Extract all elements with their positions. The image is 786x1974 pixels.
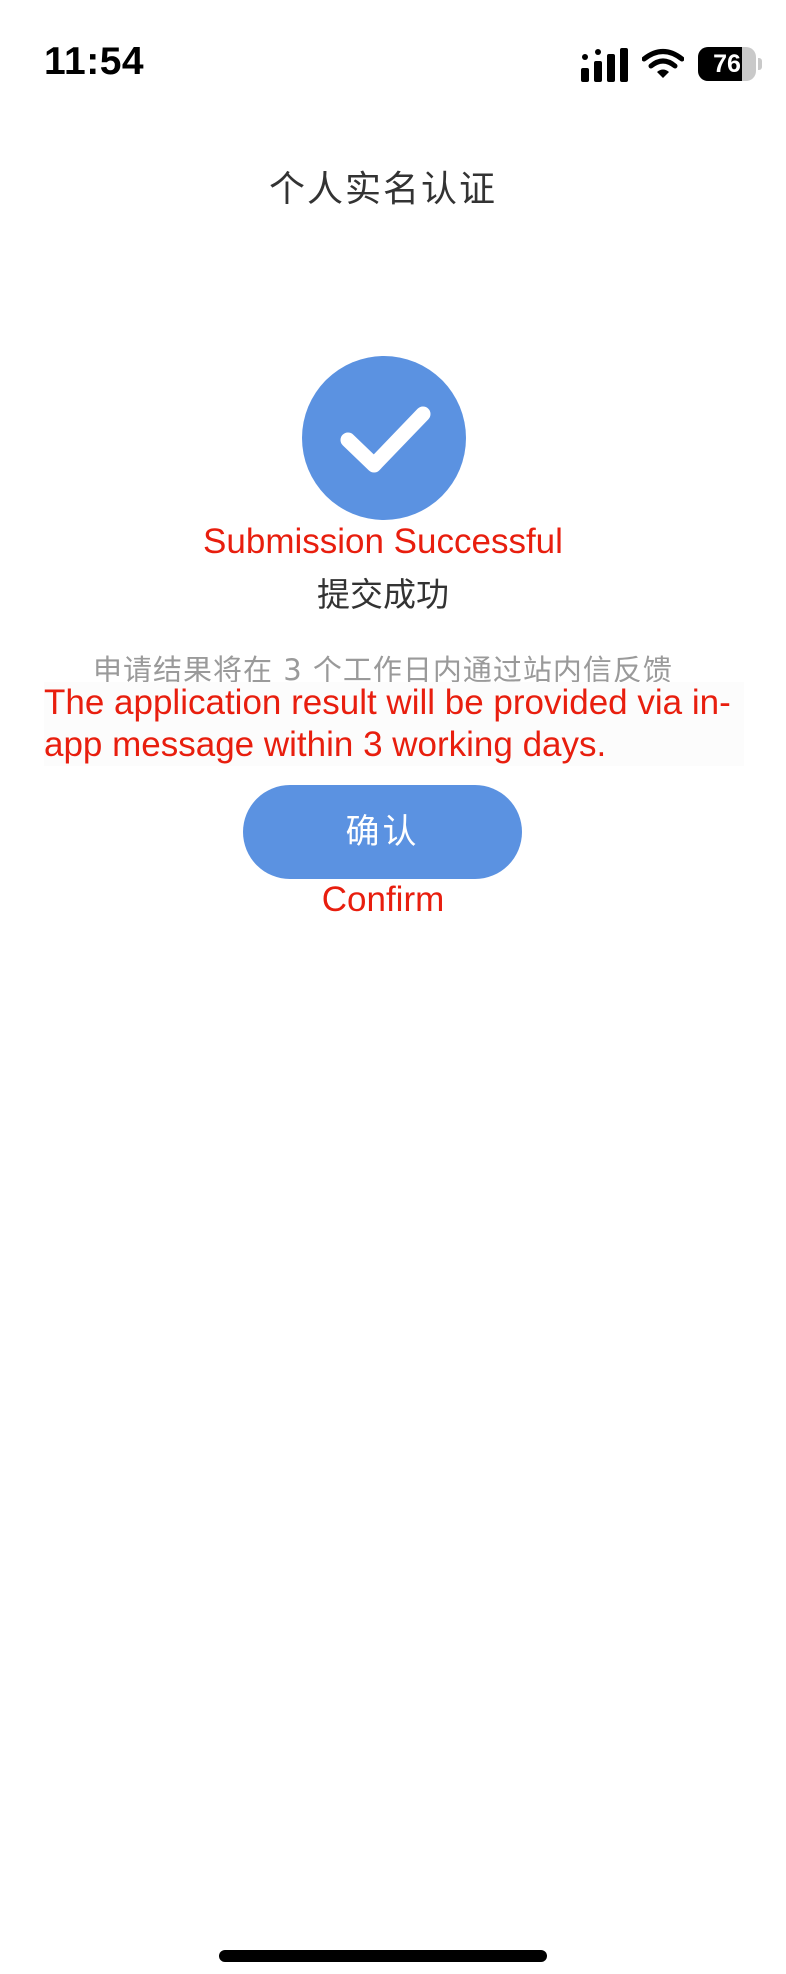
page-title: 个人实名认证 xyxy=(268,169,497,210)
status-time: 11:54 xyxy=(44,40,145,83)
home-indicator[interactable] xyxy=(219,1950,547,1962)
result-description-translation-box: The application result will be provided … xyxy=(44,682,744,766)
battery-icon: 76 xyxy=(698,47,762,81)
status-bar: 11:54 76 xyxy=(0,0,786,110)
signal-icon xyxy=(581,48,628,82)
confirm-button-translation: Confirm xyxy=(321,880,445,919)
checkmark-circle-icon xyxy=(302,356,466,520)
result-description-translation: The application result will be provided … xyxy=(44,683,731,764)
success-title: 提交成功 xyxy=(317,575,449,614)
battery-body: 76 xyxy=(698,47,756,81)
success-title-translation: Submission Successful xyxy=(203,522,563,561)
battery-level: 76 xyxy=(713,50,741,78)
battery-cap xyxy=(758,58,762,70)
wifi-icon xyxy=(642,49,684,78)
confirm-button[interactable]: 确认 xyxy=(243,785,522,879)
